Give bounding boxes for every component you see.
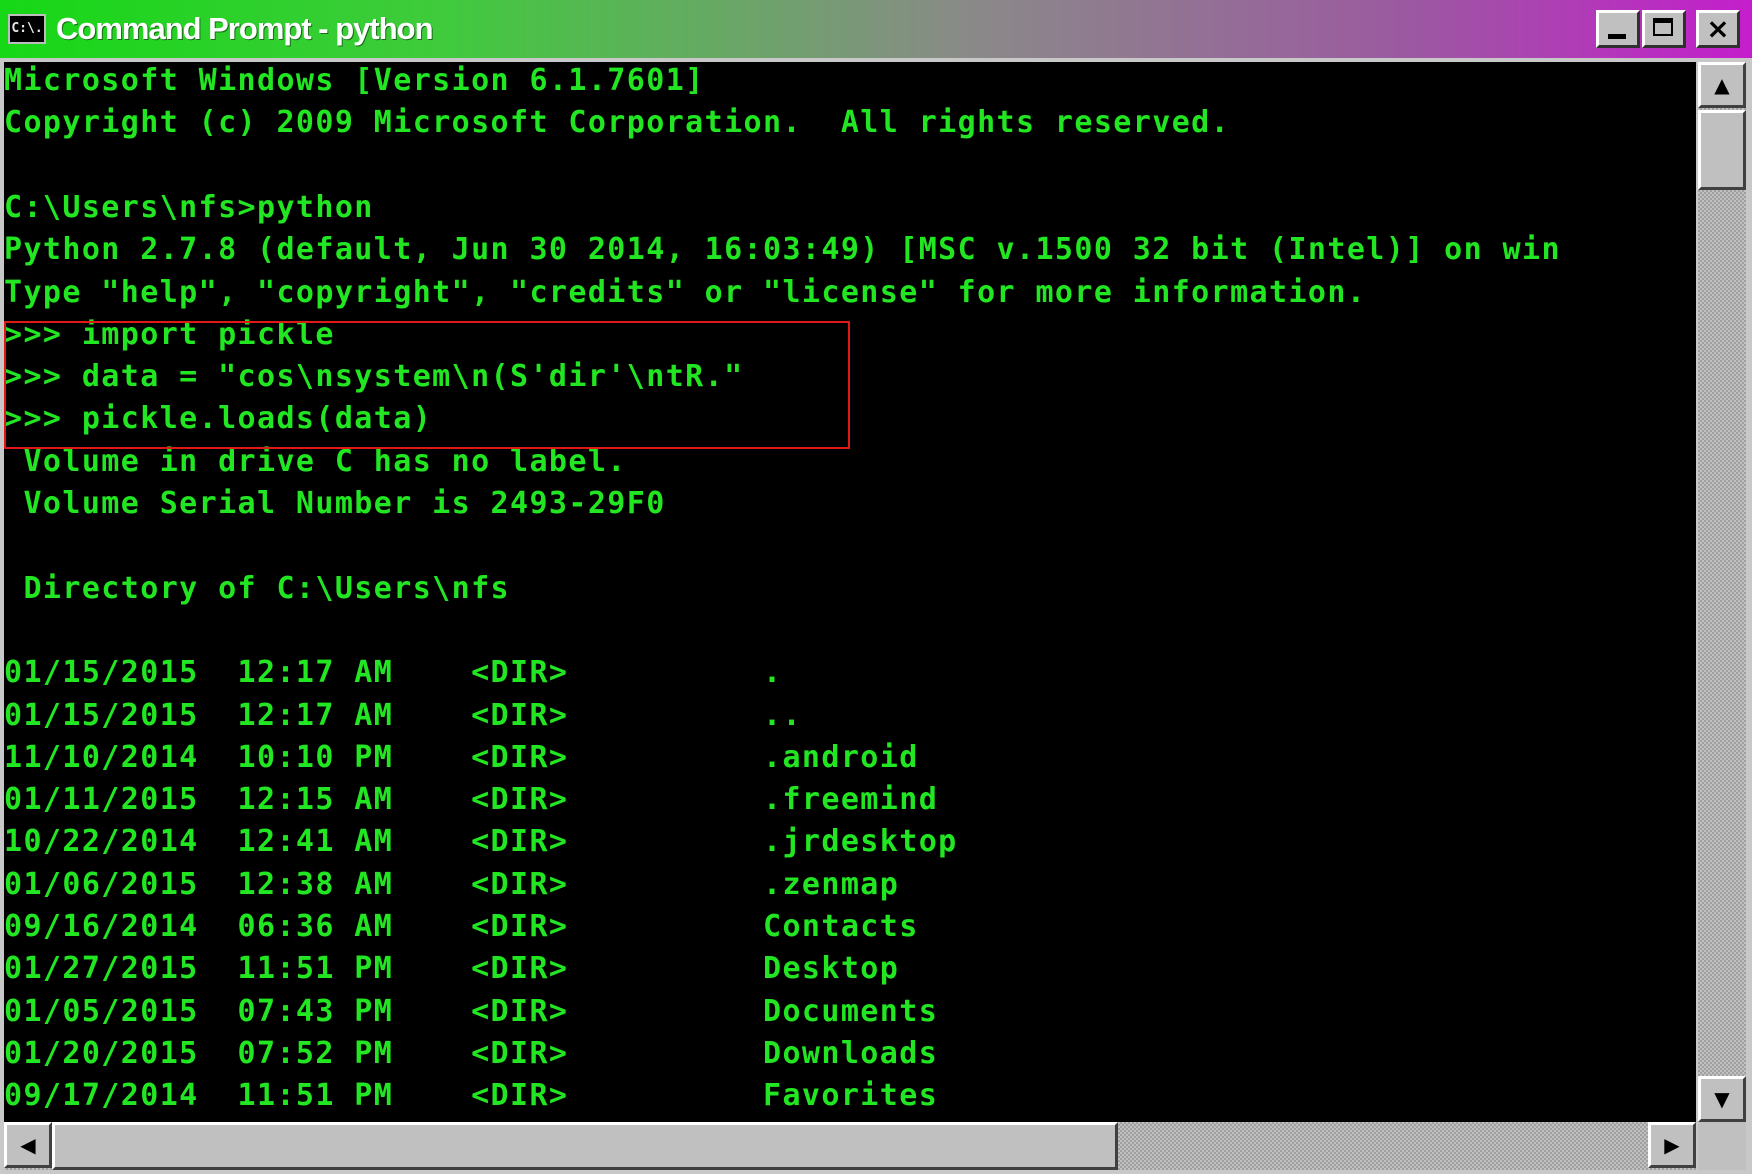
- vertical-scrollbar[interactable]: ▲ ▼: [1698, 62, 1746, 1122]
- left-arrow-icon: ◀: [20, 1133, 36, 1157]
- console-line: Type "help", "copyright", "credits" or "…: [4, 274, 1367, 310]
- close-icon: ×: [1706, 12, 1730, 45]
- console-line: Copyright (c) 2009 Microsoft Corporation…: [4, 105, 1231, 141]
- up-arrow-icon: ▲: [1714, 73, 1730, 97]
- command-prompt-window: C:\. Command Prompt - python × Microsoft…: [0, 0, 1752, 1174]
- vertical-scroll-thumb[interactable]: [1698, 110, 1746, 190]
- down-arrow-icon: ▼: [1714, 1087, 1730, 1111]
- horizontal-scrollbar[interactable]: ◀ ▶: [4, 1122, 1696, 1170]
- scroll-down-button[interactable]: ▼: [1698, 1076, 1746, 1122]
- minimize-button[interactable]: [1596, 10, 1640, 48]
- scroll-right-button[interactable]: ▶: [1648, 1122, 1696, 1168]
- right-arrow-icon: ▶: [1664, 1133, 1680, 1157]
- console-line: 01/05/2015 07:43 PM <DIR> Documents: [4, 993, 939, 1029]
- console-line: 01/11/2015 12:15 AM <DIR> .freemind: [4, 782, 939, 818]
- console-line: Directory of C:\Users\nfs: [4, 570, 510, 606]
- console-line: 09/17/2014 11:51 PM <DIR> Favorites: [4, 1078, 939, 1114]
- console-line: 11/10/2014 10:10 PM <DIR> .android: [4, 739, 919, 775]
- console-line: Microsoft Windows [Version 6.1.7601]: [4, 63, 705, 98]
- size-grip[interactable]: [1698, 1122, 1746, 1170]
- highlighted-python-commands: [4, 321, 850, 449]
- title-bar[interactable]: C:\. Command Prompt - python ×: [0, 0, 1752, 58]
- scroll-left-button[interactable]: ◀: [4, 1122, 52, 1168]
- console-line: 01/20/2015 07:52 PM <DIR> Downloads: [4, 1035, 939, 1071]
- console-output[interactable]: Microsoft Windows [Version 6.1.7601] Copy…: [4, 62, 1696, 1122]
- console-line: 09/16/2014 06:36 AM <DIR> Contacts: [4, 909, 919, 944]
- console-line: 10/22/2014 12:41 AM <DIR> .jrdesktop: [4, 824, 958, 860]
- horizontal-scroll-thumb[interactable]: [52, 1122, 1118, 1170]
- console-line: 01/27/2015 11:51 PM <DIR> Desktop: [4, 951, 900, 987]
- console-app-icon[interactable]: C:\.: [8, 14, 46, 44]
- console-line: C:\Users\nfs>python: [4, 189, 374, 225]
- console-line: Python 2.7.8 (default, Jun 30 2014, 16:0…: [4, 232, 1561, 268]
- window-title: Command Prompt - python: [56, 11, 434, 46]
- maximize-button[interactable]: [1642, 10, 1686, 48]
- console-line: 01/15/2015 12:17 AM <DIR> ..: [4, 697, 802, 733]
- close-button[interactable]: ×: [1696, 10, 1740, 48]
- console-line: Volume Serial Number is 2493-29F0: [4, 486, 666, 521]
- console-line: 01/06/2015 12:38 AM <DIR> .zenmap: [4, 866, 900, 902]
- scroll-up-button[interactable]: ▲: [1698, 62, 1746, 108]
- console-line: 01/15/2015 12:17 AM <DIR> .: [4, 655, 783, 691]
